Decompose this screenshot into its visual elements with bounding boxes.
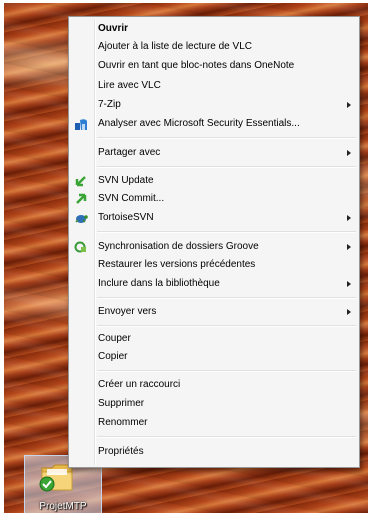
menu-item-svn-update[interactable]: SVN Update: [71, 172, 357, 190]
menu-item-proprietes[interactable]: Propriétés: [71, 443, 357, 461]
menu-item-supprimer[interactable]: Supprimer: [71, 395, 357, 413]
menu-item-creer-raccourci[interactable]: Créer un raccourci: [71, 376, 357, 394]
svn-normal-checkmark-icon: [39, 476, 55, 492]
menu-item-label: SVN Commit...: [98, 193, 165, 204]
menu-item-label: Renommer: [98, 417, 148, 428]
menu-item-label: Inclure dans la bibliothèque: [98, 278, 220, 289]
submenu-arrow-icon: [347, 102, 351, 108]
menu-item-label: Restaurer les versions précédentes: [98, 259, 256, 270]
menu-item-onenote[interactable]: Ouvrir en tant que bloc-notes dans OneNo…: [71, 57, 357, 75]
menu-item-security-essentials[interactable]: Analyser avec Microsoft Security Essenti…: [71, 115, 357, 133]
menu-item-label: Envoyer vers: [98, 306, 157, 317]
menu-item-label: 7-Zip: [98, 99, 121, 110]
menu-item-restaurer-versions[interactable]: Restaurer les versions précédentes: [71, 256, 357, 274]
menu-item-partager-avec[interactable]: Partager avec: [71, 144, 357, 162]
submenu-arrow-icon: [347, 150, 351, 156]
menu-item-groove-sync[interactable]: Synchronisation de dossiers Groove: [71, 238, 357, 256]
menu-separator: [97, 297, 356, 299]
submenu-arrow-icon: [347, 244, 351, 250]
svn-update-icon: [75, 176, 86, 187]
menu-item-label: Propriétés: [98, 446, 144, 457]
menu-item-svn-commit[interactable]: SVN Commit...: [71, 190, 357, 208]
menu-separator: [97, 370, 356, 372]
submenu-arrow-icon: [347, 281, 351, 287]
menu-item-label: Ouvrir en tant que bloc-notes dans OneNo…: [98, 60, 295, 71]
menu-item-label: SVN Update: [98, 175, 154, 186]
menu-item-ouvrir[interactable]: Ouvrir: [71, 20, 357, 38]
menu-item-inclure-bibliotheque[interactable]: Inclure dans la bibliothèque: [71, 275, 357, 293]
menu-separator: [97, 137, 356, 139]
security-essentials-icon: [75, 119, 87, 130]
desktop-folder-label: ProjetMTP: [39, 501, 87, 512]
menu-separator: [97, 166, 356, 168]
desktop-background: ProjetMTP Ouvrir Ajouter à la liste de l…: [4, 3, 368, 513]
menu-item-envoyer-vers[interactable]: Envoyer vers: [71, 303, 357, 321]
menu-item-label: Partager avec: [98, 147, 161, 158]
menu-item-lire-vlc[interactable]: Lire avec VLC: [71, 77, 357, 95]
menu-item-vlc-playlist[interactable]: Ajouter à la liste de lecture de VLC: [71, 38, 357, 56]
menu-item-label: Couper: [98, 333, 131, 344]
menu-item-tortoisesvn[interactable]: TortoiseSVN: [71, 209, 357, 227]
menu-separator: [97, 436, 356, 438]
menu-separator: [97, 231, 356, 233]
menu-item-label: Ajouter à la liste de lecture de VLC: [98, 41, 252, 52]
menu-item-label: Synchronisation de dossiers Groove: [98, 241, 259, 252]
groove-sync-icon: [74, 241, 86, 253]
menu-item-label: Supprimer: [98, 398, 145, 409]
menu-item-label: Créer un raccourci: [98, 379, 181, 390]
menu-item-label: TortoiseSVN: [98, 212, 154, 223]
menu-item-label: Lire avec VLC: [98, 80, 161, 91]
menu-item-copier[interactable]: Copier: [71, 348, 357, 366]
menu-separator: [97, 325, 356, 327]
menu-item-7zip[interactable]: 7-Zip: [71, 96, 357, 114]
context-menu: Ouvrir Ajouter à la liste de lecture de …: [68, 16, 360, 468]
menu-item-label: Ouvrir: [98, 23, 129, 34]
submenu-arrow-icon: [347, 215, 351, 221]
svn-commit-icon: [76, 193, 87, 204]
menu-item-label: Copier: [98, 351, 128, 362]
menu-item-renommer[interactable]: Renommer: [71, 414, 357, 432]
menu-item-couper[interactable]: Couper: [71, 330, 357, 348]
tortoisesvn-icon: [75, 215, 88, 223]
submenu-arrow-icon: [347, 309, 351, 315]
menu-item-label: Analyser avec Microsoft Security Essenti…: [98, 118, 300, 129]
